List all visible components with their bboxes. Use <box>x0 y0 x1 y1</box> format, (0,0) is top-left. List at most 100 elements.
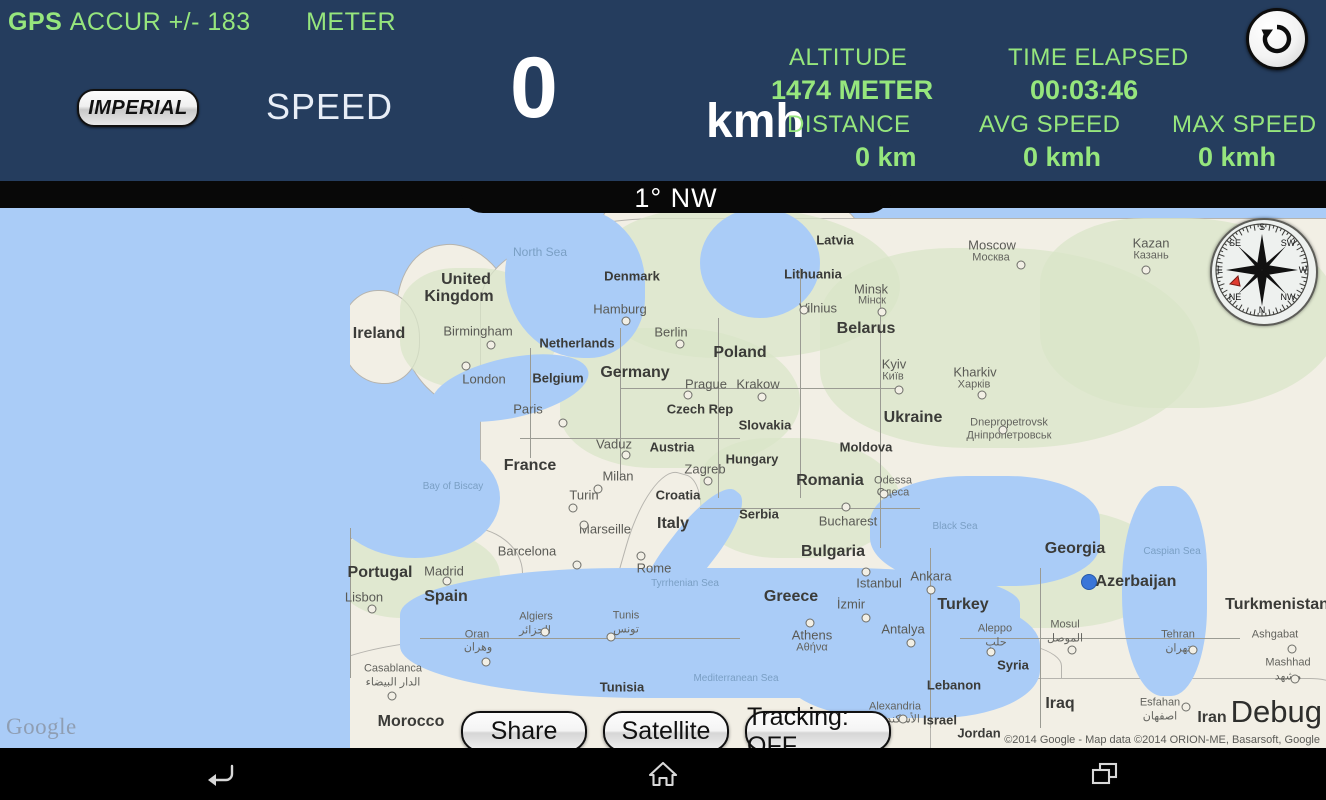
tracking-toggle-button[interactable]: Tracking: OFF <box>745 703 891 748</box>
map-city-dot <box>805 618 815 628</box>
compass-rose-icon: N S W E NW NE SW SE <box>1210 218 1318 326</box>
compass-heading-value: 1° NW <box>634 183 718 213</box>
map-city-dot <box>861 567 871 577</box>
map-label: Київ <box>882 370 904 383</box>
gps-accuracy-text: ACCUR +/- 183 <box>69 8 251 36</box>
map-city-dot <box>621 316 631 326</box>
gps-accuracy-row: GPS ACCUR +/- 183 METER <box>8 8 396 37</box>
map-label: Poland <box>713 343 767 361</box>
map-city-dot <box>1067 645 1077 655</box>
map-city-dot <box>799 305 809 315</box>
map-label: Rome <box>636 560 672 576</box>
svg-text:SW: SW <box>1281 238 1296 248</box>
map-label: Serbia <box>739 506 779 522</box>
debug-label: Debug <box>1230 694 1322 729</box>
country-border <box>1040 568 1041 728</box>
map-label: Ireland <box>352 324 406 342</box>
map-label: Mosul <box>1050 618 1080 631</box>
map-label: Mediterranean Sea <box>693 672 779 684</box>
map-label: Hungary <box>725 451 779 467</box>
speed-word-label: SPEED <box>266 86 394 127</box>
map-label: London <box>462 371 506 387</box>
map-label: Zagreb <box>684 461 726 477</box>
map-label: Athens <box>791 627 833 643</box>
nav-recents-button[interactable] <box>1045 761 1165 787</box>
stat-value-distance: 0 km <box>855 142 917 172</box>
gps-label: GPS <box>8 8 63 36</box>
map-label: Georgia <box>1044 539 1106 557</box>
map-label: France <box>503 456 557 474</box>
map-label: Moldova <box>839 439 893 455</box>
map-label: Milan <box>602 468 634 484</box>
map-label: Birmingham <box>443 323 513 339</box>
recents-icon <box>1091 762 1118 785</box>
nav-home-button[interactable] <box>603 760 723 788</box>
map-city-dot <box>861 613 871 623</box>
map-label: Azerbaijan <box>1095 572 1177 590</box>
speedometer-app-window: North Sea Bay of Biscay Tyrrhenian Sea Medi… <box>0 0 1326 800</box>
map-city-dot <box>1188 645 1198 655</box>
map-city-dot <box>568 503 578 513</box>
map-label: Belgium <box>532 370 584 386</box>
svg-text:NE: NE <box>1229 292 1242 302</box>
country-border <box>700 508 920 509</box>
map-city-dot <box>683 390 693 400</box>
map-city-dot <box>540 627 550 637</box>
map-label: Αθήνα <box>796 641 828 654</box>
map-city-dot <box>841 502 851 512</box>
map-label: Tyrrhenian Sea <box>651 577 719 589</box>
map-city-dot <box>593 484 603 494</box>
map-label: Turkey <box>937 595 989 613</box>
map-canvas[interactable]: North Sea Bay of Biscay Tyrrhenian Sea Medi… <box>0 208 1326 748</box>
stat-label-max-speed: MAX SPEED <box>1172 111 1317 138</box>
water-atlantic <box>0 208 350 748</box>
map-label: Bulgaria <box>800 542 866 560</box>
map-label: Bay of Biscay <box>422 480 484 492</box>
stat-value-max-speed: 0 kmh <box>1198 142 1277 172</box>
map-attribution: ©2014 Google - Map data ©2014 ORION-ME, … <box>1004 734 1320 746</box>
svg-text:N: N <box>1259 305 1266 315</box>
map-label: Iraq <box>1045 694 1075 712</box>
map-label: Tehran <box>1161 628 1195 641</box>
map-label: تهران <box>1165 642 1191 655</box>
map-label: Croatia <box>655 487 701 503</box>
tracking-toggle-label: Tracking: OFF <box>747 702 849 749</box>
location-marker-dot-icon <box>1081 574 1097 590</box>
map-label: Morocco <box>377 712 445 730</box>
map-label: Istanbul <box>856 575 902 591</box>
map-label: Turkmenistan <box>1225 595 1326 613</box>
reset-button[interactable] <box>1246 8 1308 70</box>
map-city-dot <box>572 560 582 570</box>
map-label: Barcelona <box>497 543 557 559</box>
nav-back-button[interactable] <box>161 761 281 787</box>
unit-toggle-button[interactable]: IMPERIAL <box>77 89 199 127</box>
map-city-dot <box>367 604 377 614</box>
map-label: Greece <box>763 587 819 605</box>
map-label: Czech Rep <box>666 401 734 417</box>
map-city-dot <box>998 425 1008 435</box>
map-label: Мінск <box>858 294 886 307</box>
map-city-dot <box>757 392 767 402</box>
map-label: Ukraine <box>883 408 943 426</box>
map-label: Black Sea <box>932 520 978 532</box>
map-city-dot <box>486 340 496 350</box>
map-city-dot <box>1141 265 1151 275</box>
satellite-button[interactable]: Satellite <box>603 711 729 748</box>
map-label: United <box>441 270 491 288</box>
android-navigation-bar <box>0 748 1326 800</box>
map-city-dot <box>442 576 452 586</box>
map-label: Esfahan <box>1139 696 1181 709</box>
map-label: Netherlands <box>539 335 615 351</box>
map-city-dot <box>636 551 646 561</box>
map-city-dot <box>1290 674 1300 684</box>
map-label: Israel <box>923 712 957 728</box>
stat-value-time-elapsed: 00:03:46 <box>1030 75 1139 105</box>
share-button[interactable]: Share <box>461 711 587 748</box>
stat-label-time-elapsed: TIME ELAPSED <box>1008 44 1189 71</box>
map-label: Slovakia <box>738 417 792 433</box>
map-city-dot <box>461 361 471 371</box>
map-label: Jordan <box>957 725 1001 741</box>
map-label: İzmir <box>836 596 866 612</box>
map-label: Ashgabat <box>1251 628 1299 641</box>
water-biscay <box>330 438 500 558</box>
